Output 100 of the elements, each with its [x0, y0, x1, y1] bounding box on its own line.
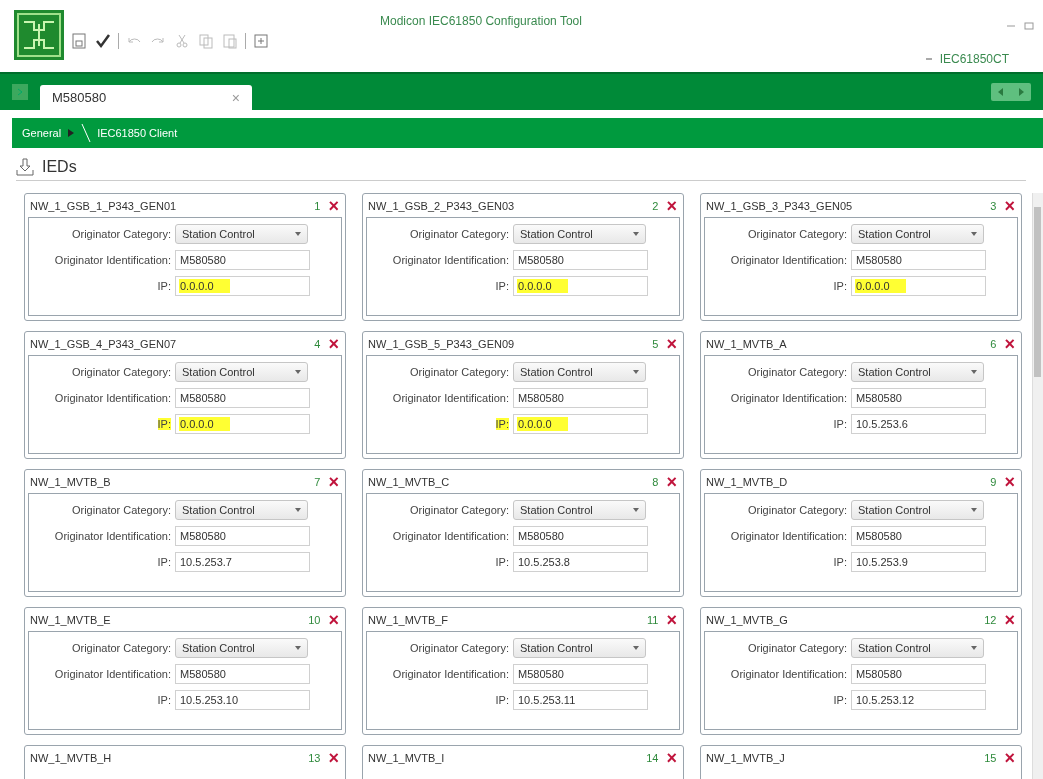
field-label: Originator Category:	[70, 366, 171, 378]
input-field[interactable]: 10.5.253.10	[175, 690, 310, 710]
category-select[interactable]: Station Control	[851, 224, 984, 244]
remove-button[interactable]: ×	[1004, 198, 1015, 213]
category-select[interactable]: Station Control	[175, 638, 308, 658]
paste-icon[interactable]	[221, 32, 239, 50]
document-tab[interactable]: M580580 ×	[40, 85, 252, 110]
ip-value: 0.0.0.0	[855, 279, 906, 293]
input-field[interactable]: M580580	[513, 526, 648, 546]
remove-button[interactable]: ×	[666, 336, 677, 351]
remove-button[interactable]: ×	[666, 750, 677, 765]
input-field[interactable]: M580580	[851, 250, 986, 270]
remove-button[interactable]: ×	[666, 612, 677, 627]
copy-icon[interactable]	[197, 32, 215, 50]
input-field[interactable]: M580580	[851, 664, 986, 684]
ied-number: 1	[314, 199, 321, 212]
field-label: Originator Category:	[408, 504, 509, 516]
input-field[interactable]: M580580	[175, 388, 310, 408]
field-label: Originator Identification:	[729, 668, 847, 680]
caret-icon	[971, 646, 977, 650]
scroll-thumb[interactable]	[1034, 207, 1041, 377]
field-label: Originator Identification:	[391, 254, 509, 266]
app-logo	[14, 10, 64, 60]
category-select[interactable]: Station Control	[513, 224, 646, 244]
caret-icon	[971, 232, 977, 236]
input-field[interactable]: M580580	[513, 388, 648, 408]
frame-icon[interactable]	[252, 32, 270, 50]
category-select[interactable]: Station Control	[851, 362, 984, 382]
breadcrumb-item[interactable]: General	[22, 127, 62, 139]
ied-name: NW_1_GSB_3_P343_GEN05	[706, 199, 853, 212]
input-field[interactable]: 10.5.253.8	[513, 552, 648, 572]
caret-icon	[971, 370, 977, 374]
input-field[interactable]: M580580	[851, 388, 986, 408]
field-label: Originator Category:	[746, 642, 847, 654]
input-field[interactable]: M580580	[175, 664, 310, 684]
input-field[interactable]: M580580	[513, 250, 648, 270]
field-label: IP:	[157, 694, 171, 706]
caret-icon	[295, 646, 301, 650]
ip-value: 10.5.253.9	[855, 555, 909, 569]
input-field[interactable]: M580580	[851, 526, 986, 546]
input-field[interactable]: M580580	[175, 250, 310, 270]
field-label: Originator Identification:	[391, 668, 509, 680]
remove-button[interactable]: ×	[328, 198, 339, 213]
field-label: Originator Category:	[70, 228, 171, 240]
expand-icon[interactable]	[12, 84, 28, 100]
user-name[interactable]: IEC61850CT	[939, 52, 1009, 66]
remove-button[interactable]: ×	[328, 474, 339, 489]
maximize-icon[interactable]	[1023, 20, 1035, 32]
input-field[interactable]: 10.5.253.7	[175, 552, 310, 572]
dropdown-marker	[925, 58, 932, 60]
input-field[interactable]: M580580	[175, 526, 310, 546]
input-field[interactable]: M580580	[513, 664, 648, 684]
input-field[interactable]: 10.5.253.12	[851, 690, 986, 710]
save-icon[interactable]	[70, 32, 88, 50]
caret-icon	[295, 232, 301, 236]
remove-button[interactable]: ×	[1004, 612, 1015, 627]
breadcrumb-item[interactable]: IEC61850 Client	[97, 127, 178, 139]
scrollbar[interactable]	[1032, 193, 1043, 779]
remove-button[interactable]: ×	[328, 612, 339, 627]
input-field[interactable]: 10.5.253.6	[851, 414, 986, 434]
cut-icon[interactable]	[173, 32, 191, 50]
category-select[interactable]: Station Control	[513, 638, 646, 658]
input-field[interactable]: 0.0.0.0	[513, 414, 648, 434]
field-label: Originator Identification:	[729, 530, 847, 542]
category-select[interactable]: Station Control	[513, 500, 646, 520]
category-select[interactable]: Station Control	[175, 362, 308, 382]
field-label: Originator Category:	[746, 366, 847, 378]
caret-icon	[295, 370, 301, 374]
field-label: IP:	[833, 418, 847, 430]
category-select[interactable]: Station Control	[175, 500, 308, 520]
category-select[interactable]: Station Control	[851, 500, 984, 520]
input-field[interactable]: 10.5.253.9	[851, 552, 986, 572]
field-label: Originator Category:	[746, 228, 847, 240]
remove-button[interactable]: ×	[328, 336, 339, 351]
category-select[interactable]: Station Control	[175, 224, 308, 244]
field-label: Originator Category:	[70, 504, 171, 516]
caret-icon	[295, 508, 301, 512]
input-field[interactable]: 0.0.0.0	[513, 276, 648, 296]
ied-number: 4	[314, 337, 321, 350]
input-field[interactable]: 10.5.253.11	[513, 690, 648, 710]
remove-button[interactable]: ×	[1004, 750, 1015, 765]
category-select[interactable]: Station Control	[851, 638, 984, 658]
input-field[interactable]: 0.0.0.0	[175, 414, 310, 434]
remove-button[interactable]: ×	[666, 198, 677, 213]
checkmark-icon[interactable]	[94, 32, 112, 50]
ied-name: NW_1_MVTB_G	[706, 613, 788, 626]
input-field[interactable]: 0.0.0.0	[175, 276, 310, 296]
section-title: IEDs	[42, 158, 77, 176]
input-field[interactable]: 0.0.0.0	[851, 276, 986, 296]
remove-button[interactable]: ×	[666, 474, 677, 489]
field-label: IP:	[495, 556, 509, 568]
field-label: IP:	[495, 694, 509, 706]
ied-name: NW_1_MVTB_B	[30, 475, 111, 488]
ied-number: 3	[990, 199, 997, 212]
remove-button[interactable]: ×	[328, 750, 339, 765]
remove-button[interactable]: ×	[1004, 474, 1015, 489]
category-select[interactable]: Station Control	[513, 362, 646, 382]
remove-button[interactable]: ×	[1004, 336, 1015, 351]
download-icon	[16, 158, 34, 176]
ip-value: 0.0.0.0	[517, 417, 568, 431]
